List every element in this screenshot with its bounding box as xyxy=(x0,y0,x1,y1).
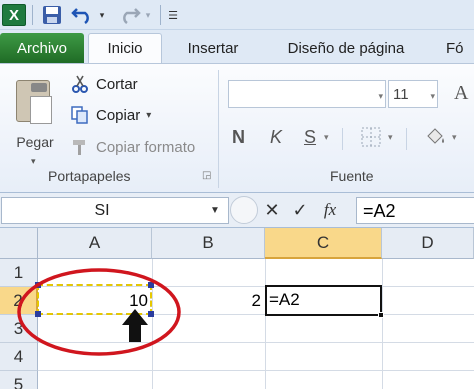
annotation-overlay xyxy=(17,268,181,356)
annotation-arrow-icon xyxy=(122,309,148,342)
annotation-ellipse xyxy=(17,268,181,356)
